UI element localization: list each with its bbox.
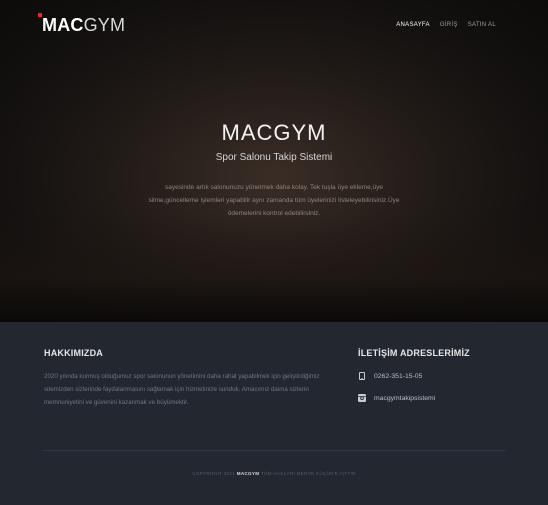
- nav-item-anasayfa[interactable]: ANASAYFA: [396, 22, 430, 28]
- copyright-suffix: TÜM HAKLARI MERVE KÜÇÜK'E AİTTİR: [260, 471, 356, 476]
- hero-section: MACGYM ANASAYFA GİRİŞ SATIN AL MACGYM Sp…: [0, 0, 548, 322]
- phone-number[interactable]: 0262-351-15-05: [374, 373, 422, 380]
- phone-icon: [359, 372, 365, 380]
- copyright-prefix: COPYRIGHT 2021: [192, 471, 236, 476]
- hero-floor-shade: [0, 212, 548, 322]
- instagram-handle[interactable]: macgymtakipsistemi: [374, 395, 435, 402]
- instagram-icon: [358, 394, 366, 402]
- footer-divider: [42, 450, 506, 451]
- copyright: COPYRIGHT 2021 MACGYM TÜM HAKLARI MERVE …: [0, 471, 548, 476]
- contact-instagram: macgymtakipsistemi: [358, 394, 435, 402]
- contact-phone: 0262-351-15-05: [358, 372, 422, 380]
- contact-title: İLETİŞİM ADRESLERİMİZ: [358, 348, 470, 358]
- nav-item-giris[interactable]: GİRİŞ: [440, 22, 458, 28]
- about-title: HAKKIMIZDA: [44, 348, 103, 358]
- footer: HAKKIMIZDA 2020 yılında kurmuş olduğumuz…: [0, 322, 548, 505]
- about-text: 2020 yılında kurmuş olduğumuz spor salon…: [44, 373, 320, 406]
- hero-title: MACGYM: [221, 120, 327, 145]
- logo-accent-dot: [38, 13, 42, 17]
- nav-item-satin-al[interactable]: SATIN AL: [468, 22, 496, 28]
- brand-logo[interactable]: MACGYM: [38, 13, 126, 36]
- hero-subtitle: Spor Salonu Takip Sistemi: [215, 152, 333, 163]
- top-nav: ANASAYFA GİRİŞ SATIN AL: [396, 22, 496, 28]
- logo-light-text: GYM: [83, 15, 126, 35]
- copyright-brand: MACGYM: [236, 471, 260, 476]
- logo-bold-text: MAC: [42, 15, 84, 35]
- hero-description: sayesinde artık salonunuzu yönetmek daha…: [148, 184, 400, 217]
